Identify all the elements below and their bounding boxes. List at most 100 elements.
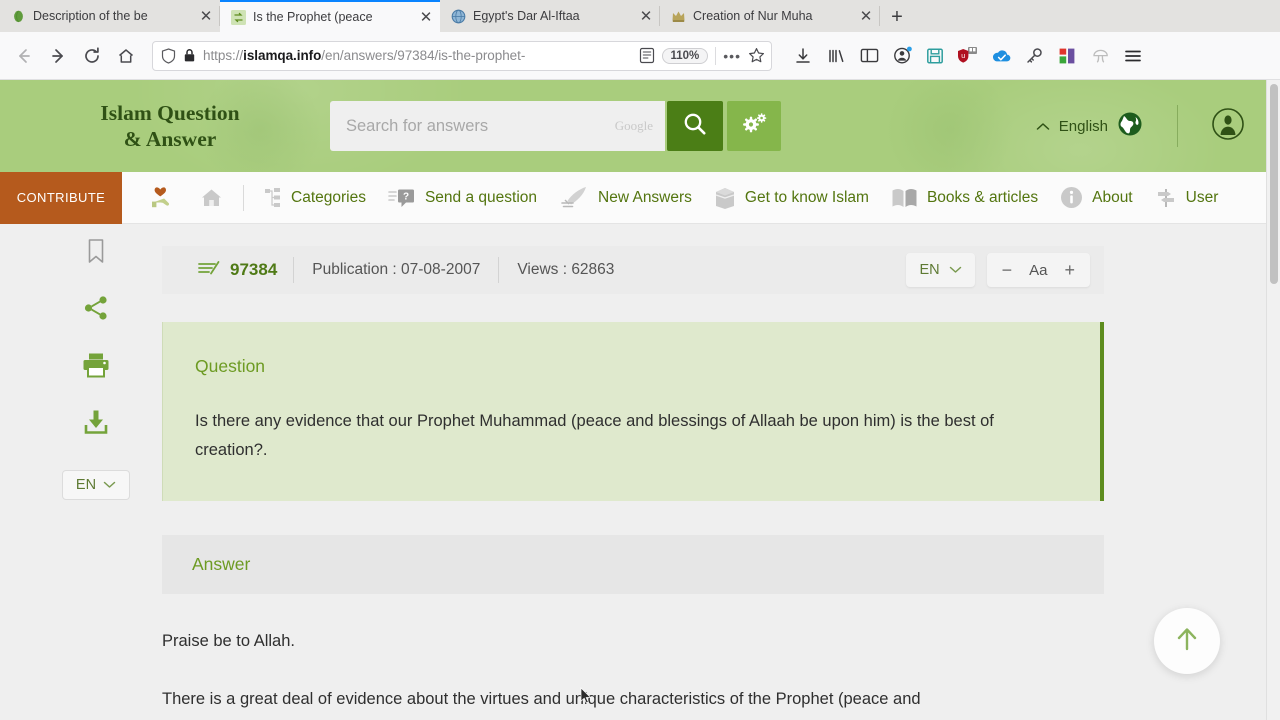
ublock-icon[interactable]: u xyxy=(953,41,983,71)
home-button[interactable] xyxy=(110,40,142,72)
nav-item-user[interactable]: User xyxy=(1144,172,1230,224)
contribute-button[interactable]: CONTRIBUTE xyxy=(0,171,122,224)
globe-icon xyxy=(1117,111,1143,141)
scrollbar-thumb[interactable] xyxy=(1270,84,1278,284)
print-icon[interactable] xyxy=(78,350,114,380)
tab-title: Creation of Nur Muha xyxy=(693,9,813,23)
forward-button[interactable] xyxy=(42,40,74,72)
document-lines-icon xyxy=(198,259,220,282)
tab-close-icon[interactable]: ✕ xyxy=(856,6,876,26)
save-page-icon[interactable] xyxy=(920,41,950,71)
chevron-down-icon xyxy=(103,477,116,493)
reload-button[interactable] xyxy=(76,40,108,72)
article-tools-sidebar: EN xyxy=(60,236,132,500)
tab-close-icon[interactable]: ✕ xyxy=(636,6,656,26)
sidebar-language-label: EN xyxy=(75,477,97,493)
zoom-level-indicator[interactable]: 110% xyxy=(661,47,709,64)
extension-icon[interactable] xyxy=(1052,41,1082,71)
question-box: Question Is there any evidence that our … xyxy=(162,322,1104,501)
search-box[interactable]: Google xyxy=(330,101,665,151)
library-icon[interactable] xyxy=(821,41,851,71)
islamqa-icon xyxy=(230,9,246,25)
nav-item-home[interactable] xyxy=(189,172,234,224)
nav-item-new-answers[interactable]: New Answers xyxy=(548,172,703,224)
nav-item-get-to-know-islam[interactable]: Get to know Islam xyxy=(703,172,880,224)
chevron-down-icon xyxy=(949,262,962,278)
bookmark-icon[interactable] xyxy=(78,236,114,266)
nav-label: Categories xyxy=(291,188,366,206)
search-input[interactable] xyxy=(346,116,615,136)
article-language-label: EN xyxy=(919,262,940,278)
globe-icon xyxy=(450,8,466,24)
article-language-button[interactable]: EN xyxy=(906,253,975,287)
reader-view-icon[interactable] xyxy=(639,47,655,64)
gears-icon xyxy=(741,111,768,141)
site-nav: CONTRIBUTE Categories ? Send a question … xyxy=(0,171,1266,224)
back-button[interactable] xyxy=(8,40,40,72)
font-size-controls: − Aa + xyxy=(986,253,1090,287)
search-submit-button[interactable] xyxy=(667,101,723,151)
logo-line-2: & Answer xyxy=(123,127,217,151)
answer-heading: Answer xyxy=(192,553,251,574)
address-bar[interactable]: https://islamqa.info/en/answers/97384/is… xyxy=(152,40,772,71)
font-decrease-button[interactable]: − xyxy=(1002,261,1013,279)
logo-line-1: Islam Question xyxy=(100,100,240,125)
browser-tab-4[interactable]: Creation of Nur Muha ✕ xyxy=(660,0,880,32)
answer-header: Answer xyxy=(162,534,1104,594)
sidebar-language-selector[interactable]: EN xyxy=(61,470,131,500)
downloads-icon[interactable] xyxy=(788,41,818,71)
tab-title: Is the Prophet (peace xyxy=(253,10,373,24)
search-settings-button[interactable] xyxy=(727,101,781,151)
key-icon[interactable] xyxy=(1019,41,1049,71)
article-id: 97384 xyxy=(176,259,293,282)
nav-label: About xyxy=(1092,188,1133,206)
account-icon[interactable] xyxy=(887,41,917,71)
nav-item-about[interactable]: About xyxy=(1049,172,1144,224)
crown-icon xyxy=(670,8,686,24)
language-selector[interactable]: English xyxy=(1036,111,1143,141)
nav-item-donate[interactable] xyxy=(134,172,189,224)
mushroom-icon[interactable] xyxy=(1085,41,1115,71)
toolbar-divider xyxy=(715,46,717,65)
download-icon[interactable] xyxy=(78,407,114,437)
browser-toolbar-icons: u xyxy=(788,41,1148,71)
kaaba-icon xyxy=(714,186,736,210)
scroll-to-top-button[interactable] xyxy=(1154,608,1220,674)
header-divider xyxy=(1177,105,1178,147)
font-increase-button[interactable]: + xyxy=(1064,261,1075,279)
views-count: Views : 62863 xyxy=(517,261,615,278)
nav-items: Categories ? Send a question New Answers xyxy=(122,172,1266,224)
tab-close-icon[interactable]: ✕ xyxy=(196,6,216,26)
nav-item-send-a-question[interactable]: ? Send a question xyxy=(377,172,548,224)
page-scrollbar[interactable] xyxy=(1266,80,1280,720)
browser-tab-1[interactable]: Description of the be ✕ xyxy=(0,0,220,32)
tab-title: Description of the be xyxy=(33,9,148,23)
page-actions-icon[interactable]: ••• xyxy=(723,48,741,64)
font-size-label: Aa xyxy=(1029,261,1048,279)
book-icon xyxy=(891,187,918,209)
answer-paragraph: Praise be to Allah. xyxy=(162,631,295,650)
sidebar-icon[interactable] xyxy=(854,41,884,71)
signpost-icon xyxy=(1155,187,1177,209)
menu-icon[interactable] xyxy=(1118,41,1148,71)
url-text: https://islamqa.info/en/answers/97384/is… xyxy=(203,48,526,63)
browser-tab-3[interactable]: Egypt's Dar Al-Iftaa ✕ xyxy=(440,0,660,32)
bookmark-star-icon[interactable] xyxy=(748,47,765,64)
mouse-cursor xyxy=(580,687,592,710)
web-page: Islam Question & Answer Google xyxy=(0,80,1266,720)
nav-label: Send a question xyxy=(424,188,538,206)
new-tab-button[interactable]: + xyxy=(880,2,914,32)
info-icon xyxy=(1060,186,1083,209)
onedrive-icon[interactable] xyxy=(986,41,1016,71)
user-avatar-icon[interactable] xyxy=(1212,107,1244,145)
language-label: English xyxy=(1058,117,1108,135)
browser-tab-2[interactable]: Is the Prophet (peace ✕ xyxy=(220,0,440,32)
site-logo[interactable]: Islam Question & Answer xyxy=(40,100,300,152)
share-icon[interactable] xyxy=(78,293,114,323)
tracking-protection-icon[interactable] xyxy=(161,47,176,64)
tab-close-icon[interactable]: ✕ xyxy=(416,7,436,27)
question-text: Is there any evidence that our Prophet M… xyxy=(195,412,994,459)
nav-item-categories[interactable]: Categories xyxy=(253,172,377,224)
browser-toolbar: https://islamqa.info/en/answers/97384/is… xyxy=(0,32,1280,80)
nav-item-books-and-articles[interactable]: Books & articles xyxy=(880,172,1049,224)
